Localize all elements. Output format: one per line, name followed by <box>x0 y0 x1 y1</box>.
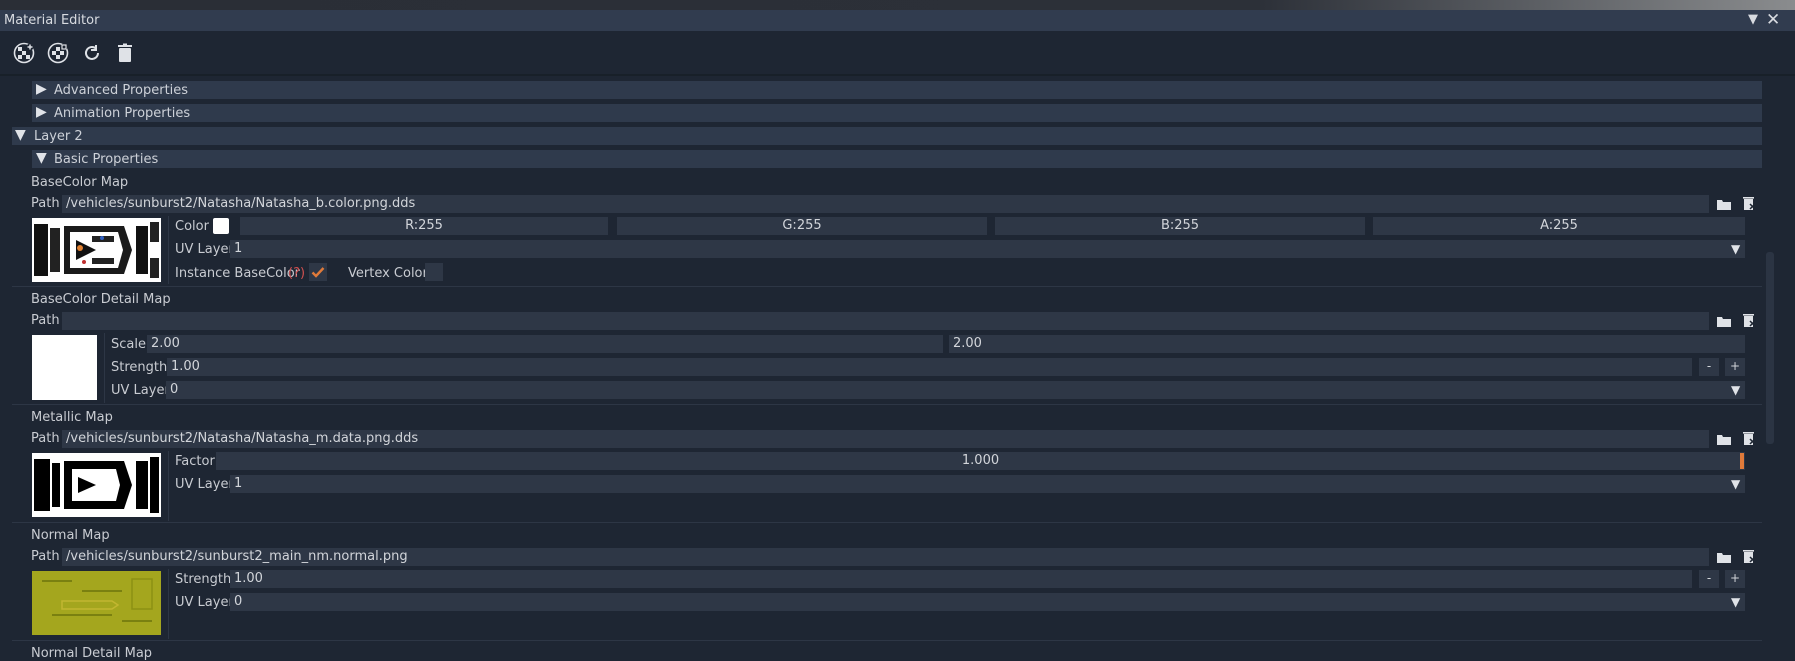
collapse-window-icon[interactable]: ▼ <box>1748 12 1758 27</box>
layer2-label: Layer 2 <box>34 129 83 144</box>
expand-arrow-icon: ▶ <box>36 104 47 120</box>
refresh-icon[interactable] <box>81 42 103 64</box>
clear-path-icon[interactable] <box>1741 548 1757 564</box>
section-divider <box>12 286 1762 287</box>
basecolor-map-title: BaseColor Map <box>31 175 129 190</box>
normal-path-input[interactable]: /vehicles/sunburst2/sunburst2_main_nm.no… <box>62 548 1709 566</box>
basecolor-detail-map-title: BaseColor Detail Map <box>31 292 171 307</box>
normal-path-label: Path <box>31 549 60 564</box>
scale-y-input[interactable]: 2.00 <box>949 335 1745 353</box>
basecolor-detail-path-input[interactable] <box>62 312 1709 330</box>
animation-properties-header[interactable]: ▶ Animation Properties <box>32 104 1762 122</box>
folder-open-icon[interactable] <box>1716 431 1732 447</box>
factor-label: Factor <box>175 454 215 469</box>
scale-label: Scale: <box>111 337 151 352</box>
strength-label: Strength: <box>111 360 172 375</box>
increment-button[interactable]: + <box>1725 570 1745 588</box>
section-divider <box>12 522 1762 523</box>
detail-uv-layer-select[interactable]: 0 <box>166 381 1745 399</box>
strength-label: Strength <box>175 572 232 587</box>
folder-open-icon[interactable] <box>1716 549 1732 565</box>
metallic-path-input[interactable]: /vehicles/sunburst2/Natasha/Natasha_m.da… <box>62 430 1709 448</box>
chevron-down-icon[interactable]: ▼ <box>1731 242 1740 256</box>
chevron-down-icon[interactable]: ▼ <box>1731 383 1740 397</box>
metallic-map-title: Metallic Map <box>31 410 113 425</box>
slider-handle[interactable] <box>1740 453 1744 469</box>
collapse-arrow-icon: ▼ <box>15 127 26 143</box>
vertex-color-checkbox[interactable] <box>425 263 443 281</box>
normal-texture-thumbnail[interactable] <box>32 571 161 635</box>
advanced-properties-label: Advanced Properties <box>54 83 189 98</box>
metallic-uv-layer-select[interactable]: 1 <box>230 475 1745 493</box>
section-divider <box>12 404 1762 405</box>
uv-layer-label: UV Layer <box>111 383 170 398</box>
metallic-texture-thumbnail[interactable] <box>32 453 161 517</box>
basecolor-detail-thumbnail[interactable] <box>32 335 97 400</box>
color-swatch[interactable] <box>213 218 229 234</box>
clear-path-icon[interactable] <box>1741 430 1757 446</box>
advanced-properties-header[interactable]: ▶ Advanced Properties <box>32 81 1762 99</box>
thumbnail-divider <box>104 333 105 403</box>
thumbnail-divider <box>168 569 169 639</box>
instance-basecolor-label: Instance BaseColor <box>175 266 301 281</box>
basecolor-detail-path-label: Path <box>31 313 60 328</box>
scale-x-input[interactable]: 2.00 <box>147 335 943 353</box>
color-b-input[interactable]: B:255 <box>995 217 1365 235</box>
vertex-color-label: Vertex Color <box>348 266 428 281</box>
chevron-down-icon[interactable]: ▼ <box>1731 477 1740 491</box>
uv-layer-label: UV Layer <box>175 477 234 492</box>
decrement-button[interactable]: - <box>1699 358 1719 376</box>
delete-icon[interactable] <box>114 42 136 64</box>
color-r-input[interactable]: R:255 <box>240 217 608 235</box>
metallic-path-label: Path <box>31 431 60 446</box>
color-a-input[interactable]: A:255 <box>1373 217 1745 235</box>
help-icon[interactable]: (?) <box>288 266 305 281</box>
copy-material-icon[interactable] <box>47 42 69 64</box>
normal-map-title: Normal Map <box>31 528 110 543</box>
checkmark-icon <box>311 267 325 278</box>
layer2-header[interactable]: ▼ Layer 2 <box>12 127 1762 145</box>
color-g-input[interactable]: G:255 <box>617 217 987 235</box>
uv-layer-label: UV Layer <box>175 242 234 257</box>
scrollbar-thumb[interactable] <box>1766 252 1774 444</box>
detail-strength-input[interactable]: 1.00 <box>167 358 1692 376</box>
thumbnail-divider <box>168 216 169 284</box>
metallic-factor-slider[interactable]: 1.000 <box>216 452 1745 470</box>
decrement-button[interactable]: - <box>1699 570 1719 588</box>
folder-open-icon[interactable] <box>1716 196 1732 212</box>
normal-detail-map-title: Normal Detail Map <box>31 646 153 661</box>
section-divider <box>12 640 1762 641</box>
color-label: Color <box>175 219 209 234</box>
collapse-arrow-icon: ▼ <box>36 150 47 166</box>
close-window-icon[interactable]: ✕ <box>1766 10 1780 30</box>
add-material-icon[interactable] <box>13 42 35 64</box>
normal-strength-input[interactable]: 1.00 <box>230 570 1692 588</box>
uv-layer-label: UV Layer <box>175 595 234 610</box>
basecolor-texture-thumbnail[interactable] <box>32 218 161 282</box>
normal-uv-layer-select[interactable]: 0 <box>230 593 1745 611</box>
window-titlebar[interactable] <box>0 10 1795 31</box>
animation-properties-label: Animation Properties <box>54 106 191 121</box>
instance-basecolor-checkbox[interactable] <box>309 263 327 281</box>
basic-properties-label: Basic Properties <box>54 152 159 167</box>
clear-path-icon[interactable] <box>1741 312 1757 328</box>
chevron-down-icon[interactable]: ▼ <box>1731 595 1740 609</box>
basic-properties-header[interactable]: ▼ Basic Properties <box>32 150 1762 168</box>
basecolor-path-label: Path <box>31 196 60 211</box>
toolbar-divider <box>0 74 1795 76</box>
basecolor-path-input[interactable]: /vehicles/sunburst2/Natasha/Natasha_b.co… <box>62 195 1709 213</box>
clear-path-icon[interactable] <box>1741 195 1757 211</box>
folder-open-icon[interactable] <box>1716 313 1732 329</box>
increment-button[interactable]: + <box>1725 358 1745 376</box>
window-title: Material Editor <box>4 13 100 28</box>
thumbnail-divider <box>168 451 169 521</box>
basecolor-uv-layer-select[interactable]: 1 <box>230 240 1745 258</box>
expand-arrow-icon: ▶ <box>36 81 47 97</box>
